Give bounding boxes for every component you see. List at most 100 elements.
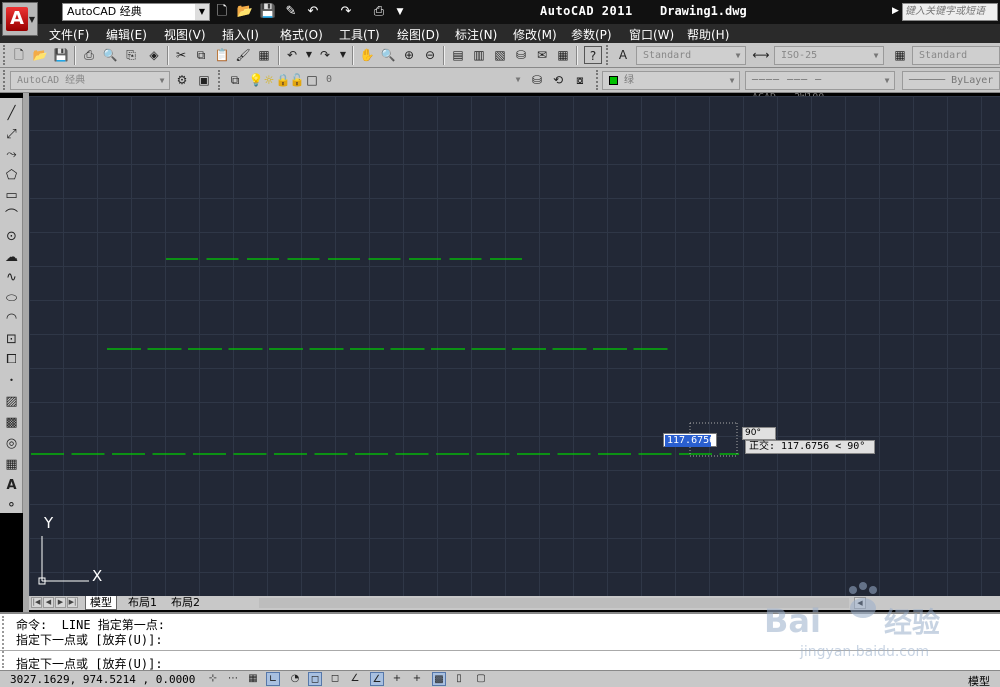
zoom-window-icon[interactable]: ⊕ xyxy=(400,46,418,64)
menu-insert[interactable]: 插入(I) xyxy=(222,26,259,43)
multiline-text-icon[interactable]: A xyxy=(2,476,21,495)
undo-icon[interactable]: ↶ xyxy=(283,46,301,64)
toolbar-grip[interactable] xyxy=(606,45,610,65)
workspace-settings-icon[interactable]: ⚙ xyxy=(173,71,191,89)
chevron-down-icon[interactable]: ▼ xyxy=(334,46,352,64)
tab-layout2[interactable]: 布局2 xyxy=(167,596,204,610)
menu-view[interactable]: 视图(V) xyxy=(164,26,206,43)
table-style-dropdown[interactable]: Standard xyxy=(912,46,1000,65)
table-icon[interactable]: ▦ xyxy=(2,455,21,474)
toolbar-grip[interactable] xyxy=(3,70,7,90)
markup-icon[interactable]: ✉ xyxy=(533,46,551,64)
publish-icon[interactable]: ⎘ xyxy=(122,46,140,64)
tab-model[interactable]: 模型 xyxy=(85,596,117,610)
tool-palettes-icon[interactable]: ▧ xyxy=(491,46,509,64)
model-space-label[interactable]: 模型 xyxy=(968,673,990,687)
copy-icon[interactable]: ⧉ xyxy=(192,46,210,64)
save-as-icon[interactable]: ✎ xyxy=(282,3,300,21)
dynamic-ucs-icon[interactable]: ∠ xyxy=(370,672,384,686)
layer-previous-icon[interactable]: ⟲ xyxy=(549,71,567,89)
make-block-icon[interactable]: ⧠ xyxy=(2,350,21,369)
menu-dimension[interactable]: 标注(N) xyxy=(455,26,497,43)
infocenter-search-input[interactable]: 键入关键字或短语 xyxy=(902,3,998,21)
search-expand-icon[interactable]: ▶ xyxy=(892,6,899,16)
lineweight-toggle-icon[interactable]: + xyxy=(410,672,424,686)
menu-file[interactable]: 文件(F) xyxy=(49,26,89,43)
dimension-style-dropdown[interactable]: ISO-25 ▼ xyxy=(774,46,884,65)
revision-cloud-icon[interactable]: ☁ xyxy=(2,248,21,267)
circle-icon[interactable]: ⊙ xyxy=(2,227,21,246)
paste-icon[interactable]: 📋 xyxy=(213,46,231,64)
toolbar-grip[interactable] xyxy=(3,45,7,65)
object-snap-icon[interactable]: ◻ xyxy=(308,672,322,686)
workspace-dropdown[interactable]: AutoCAD 经典 ▼ xyxy=(62,3,210,21)
spline-icon[interactable]: ∿ xyxy=(2,268,21,287)
coordinates-readout[interactable]: 3027.1629, 974.5214 , 0.0000 xyxy=(10,673,195,686)
layer-state-icon[interactable]: ⧇ xyxy=(571,71,589,89)
customize-quick-access-icon[interactable]: ▼ xyxy=(391,3,409,21)
help-icon[interactable]: ? xyxy=(584,46,602,64)
menu-parameters[interactable]: 参数(P) xyxy=(571,26,612,43)
command-window[interactable]: 命令: LINE 指定第一点: 指定下一点或 [放弃(U)]: 指定下一点或 [… xyxy=(0,612,1000,671)
zoom-realtime-icon[interactable]: 🔍 xyxy=(379,46,397,64)
redo-icon[interactable]: ↷ xyxy=(316,46,334,64)
arc-icon[interactable]: ⌒ xyxy=(2,207,21,226)
gradient-icon[interactable]: ▩ xyxy=(2,413,21,432)
print-icon[interactable]: ⎙ xyxy=(370,3,388,21)
zoom-previous-icon[interactable]: ⊖ xyxy=(421,46,439,64)
3d-dwf-icon[interactable]: ◈ xyxy=(145,46,163,64)
last-tab-icon[interactable]: ▶| xyxy=(67,597,78,608)
ellipse-arc-icon[interactable]: ◠ xyxy=(2,309,21,328)
layer-properties-icon[interactable]: ⧉ xyxy=(226,71,244,89)
3d-object-snap-icon[interactable]: ◻ xyxy=(328,672,342,686)
scroll-left-icon[interactable]: ◀ xyxy=(854,597,866,609)
undo-icon[interactable]: ↶ xyxy=(304,3,322,21)
infer-constraints-icon[interactable]: ⊹ xyxy=(206,672,220,686)
add-selected-icon[interactable]: ⚬ xyxy=(2,496,21,515)
make-current-layer-icon[interactable]: ⛁ xyxy=(528,71,546,89)
point-icon[interactable]: • xyxy=(2,371,21,390)
design-center-icon[interactable]: ▥ xyxy=(470,46,488,64)
ortho-mode-icon[interactable]: ∟ xyxy=(266,672,280,686)
plot-icon[interactable]: ⎙ xyxy=(80,46,98,64)
tab-layout1[interactable]: 布局1 xyxy=(124,596,161,610)
quick-properties-icon[interactable]: ▯ xyxy=(452,672,466,686)
text-style-icon[interactable]: A xyxy=(614,46,632,64)
menu-window[interactable]: 窗口(W) xyxy=(629,26,674,43)
open-icon[interactable]: 📂 xyxy=(31,46,49,64)
layer-dropdown[interactable]: 0 ▼ xyxy=(320,71,525,90)
menu-draw[interactable]: 绘图(D) xyxy=(397,26,440,43)
construction-line-icon[interactable]: ⤢ xyxy=(2,125,21,144)
redo-icon[interactable]: ↷ xyxy=(337,3,355,21)
prev-tab-icon[interactable]: ◀ xyxy=(43,597,54,608)
new-icon[interactable]: 🗋 xyxy=(10,46,28,64)
menu-help[interactable]: 帮助(H) xyxy=(687,26,729,43)
application-menu-button[interactable]: A ▼ xyxy=(2,2,38,36)
polar-tracking-icon[interactable]: ◔ xyxy=(288,672,302,686)
grid-display-icon[interactable]: ▦ xyxy=(246,672,260,686)
transparency-icon[interactable]: ▩ xyxy=(432,672,446,686)
selection-cycling-icon[interactable]: ▢ xyxy=(474,672,488,686)
dynamic-input-icon[interactable]: + xyxy=(390,672,404,686)
save-icon[interactable]: 💾 xyxy=(259,3,277,21)
lineweight-dropdown[interactable]: ────── ByLayer xyxy=(902,71,1000,90)
table-style-icon[interactable]: ▦ xyxy=(891,46,909,64)
region-icon[interactable]: ◎ xyxy=(2,434,21,453)
color-dropdown[interactable]: 绿 ▼ xyxy=(602,71,740,90)
polyline-icon[interactable]: ⤳ xyxy=(2,145,21,164)
quickcalc-icon[interactable]: ▦ xyxy=(554,46,572,64)
object-snap-tracking-icon[interactable]: ∠ xyxy=(348,672,362,686)
horizontal-scrollbar[interactable] xyxy=(259,598,849,608)
workspace-dropdown[interactable]: AutoCAD 经典 ▼ xyxy=(10,71,170,90)
block-editor-icon[interactable]: ▦ xyxy=(255,46,273,64)
plot-preview-icon[interactable]: 🔍 xyxy=(101,46,119,64)
pan-hand-icon[interactable]: ✋ xyxy=(358,46,376,64)
save-icon[interactable]: 💾 xyxy=(52,46,70,64)
sheet-set-icon[interactable]: ⛁ xyxy=(512,46,530,64)
polygon-icon[interactable]: ⬠ xyxy=(2,166,21,185)
new-file-icon[interactable]: 🗋 xyxy=(213,3,231,21)
menu-modify[interactable]: 修改(M) xyxy=(513,26,557,43)
open-folder-icon[interactable]: 📂 xyxy=(236,3,254,21)
dimension-style-icon[interactable]: ⟷ xyxy=(752,46,770,64)
first-tab-icon[interactable]: |◀ xyxy=(31,597,42,608)
